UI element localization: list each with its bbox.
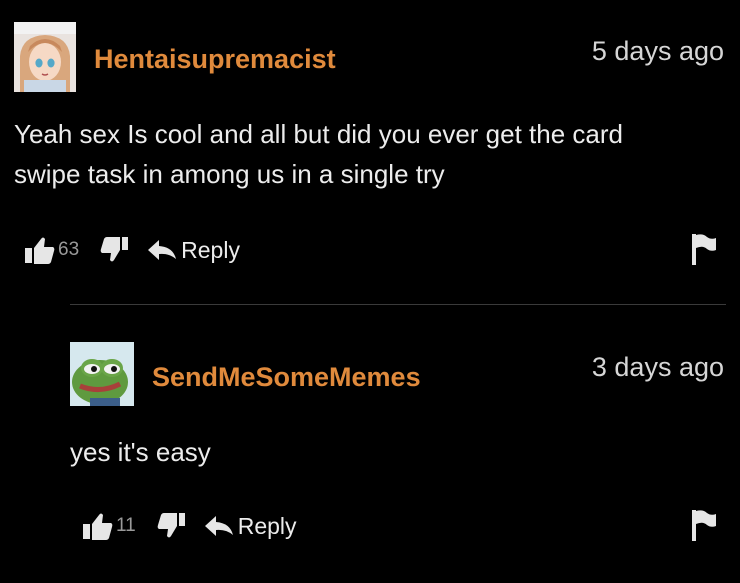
avatar[interactable] (70, 342, 134, 406)
report-flag-button[interactable] (690, 508, 718, 547)
comment-body: yes it's easy (70, 432, 211, 472)
upvote-count: 11 (116, 515, 136, 536)
anime-girl-avatar-icon (14, 22, 76, 92)
reply-arrow-icon (204, 516, 233, 536)
comment-body-line: Yeah sex Is cool and all but did you eve… (14, 119, 623, 149)
comment-actions: 63 Reply (24, 230, 240, 270)
timestamp: 3 days ago (591, 352, 724, 382)
avatar[interactable] (14, 22, 76, 92)
upvote-count: 63 (58, 239, 80, 260)
username[interactable]: SendMeSomeMemes (152, 362, 421, 393)
comment-1: Hentaisupremacist 5 days ago Yeah sex Is… (0, 0, 740, 300)
thumbs-up-icon (83, 513, 113, 540)
downvote-button[interactable] (99, 236, 129, 264)
upvote-button[interactable]: 63 (24, 235, 99, 265)
comment-divider (70, 304, 726, 305)
pepe-frog-avatar-icon (70, 342, 134, 406)
reply-label: Reply (237, 512, 297, 539)
username[interactable]: Hentaisupremacist (94, 44, 336, 75)
report-flag-button[interactable] (690, 232, 718, 271)
flag-icon (692, 234, 716, 265)
comment-body-line: yes it's easy (70, 437, 211, 467)
downvote-button[interactable] (156, 512, 186, 540)
thumbs-down-icon (100, 237, 129, 262)
thumbs-down-icon (157, 513, 185, 538)
reply-button[interactable]: Reply (147, 237, 240, 264)
reply-label: Reply (181, 236, 240, 263)
comment-body: Yeah sex Is cool and all but did you eve… (14, 114, 714, 194)
thumbs-up-icon (25, 237, 55, 264)
timestamp: 5 days ago (591, 36, 724, 66)
comment-2: SendMeSomeMemes 3 days ago yes it's easy… (0, 308, 740, 583)
reply-button[interactable]: Reply (204, 513, 297, 540)
reply-arrow-icon (148, 240, 177, 260)
comment-actions: 11 Reply (82, 506, 297, 546)
flag-icon (692, 510, 716, 541)
comment-body-line: swipe task in among us in a single try (14, 159, 445, 189)
upvote-button[interactable]: 11 (82, 511, 156, 541)
